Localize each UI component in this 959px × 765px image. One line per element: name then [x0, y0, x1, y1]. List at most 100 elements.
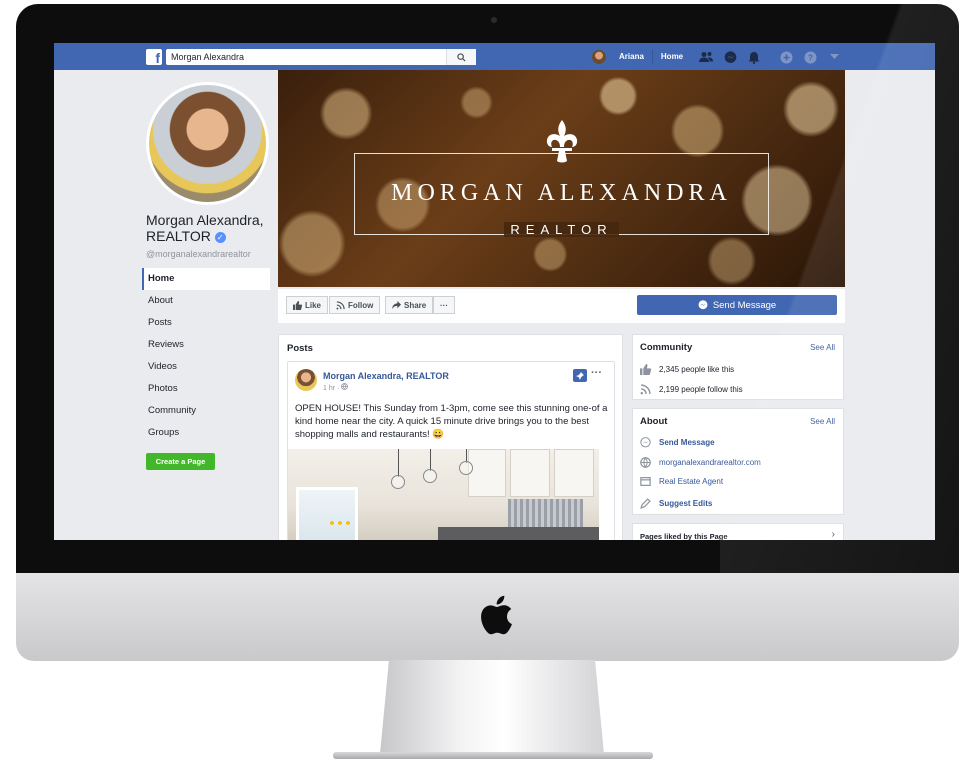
dropdown-icon[interactable] [825, 49, 843, 65]
verified-icon: ✓ [214, 231, 226, 243]
share-button[interactable]: Share [385, 296, 434, 314]
kitchen-cabinet [510, 449, 550, 497]
pendant-cord [430, 449, 431, 471]
pendant-light [391, 475, 405, 489]
community-follows-text: 2,199 people follow this [659, 384, 743, 394]
nav-item-videos[interactable]: Videos [142, 356, 270, 378]
about-suggest-edits-link[interactable]: Suggest Edits [659, 499, 712, 508]
kitchen-window [296, 487, 358, 540]
kitchen-cabinet [554, 449, 594, 497]
messenger-icon[interactable] [721, 49, 739, 65]
nav-item-home[interactable]: Home [142, 268, 270, 290]
create-page-button[interactable]: Create a Page [146, 453, 215, 470]
search-button[interactable] [446, 49, 476, 65]
nav-item-photos[interactable]: Photos [142, 378, 270, 400]
posts-heading: Posts [287, 343, 313, 354]
friends-icon[interactable] [697, 49, 715, 65]
apple-logo-icon [481, 595, 512, 635]
chevron-right-icon[interactable]: › [832, 529, 835, 540]
globe-icon [341, 383, 349, 390]
help-icon[interactable]: ? [801, 49, 819, 65]
share-icon [392, 300, 401, 309]
community-see-all-link[interactable]: See All [810, 343, 835, 352]
post-text: OPEN HOUSE! This Sunday from 1-3pm, come… [295, 403, 608, 440]
globe-icon [640, 456, 651, 468]
post-author-name[interactable]: Morgan Alexandra, REALTOR [323, 371, 449, 381]
user-avatar[interactable] [592, 50, 606, 64]
cover-title: MORGAN ALEXANDRA [391, 180, 732, 206]
imac-stand [380, 660, 604, 754]
nav-item-community[interactable]: Community [142, 400, 270, 422]
pendant-light [423, 469, 437, 483]
about-suggest-edits-row[interactable]: Suggest Edits [640, 496, 712, 510]
top-right-nav: Ariana Home ? [592, 49, 843, 65]
community-likes-row: 2,345 people like this [640, 362, 734, 376]
create-icon[interactable] [777, 49, 795, 65]
more-actions-label: ··· [440, 300, 448, 310]
pin-icon [573, 369, 587, 382]
about-title: About [640, 416, 668, 427]
about-website-row[interactable]: morganalexandrarealtor.com [640, 455, 761, 469]
pendant-cord [398, 449, 399, 477]
about-category-link[interactable]: Real Estate Agent [659, 477, 723, 486]
post-photo-kitchen[interactable] [288, 449, 599, 540]
follow-button[interactable]: Follow [329, 296, 381, 314]
messenger-icon [640, 436, 651, 447]
about-card: About See All Send Message morganalexand… [632, 408, 844, 515]
messenger-icon [698, 300, 708, 310]
community-follows-row: 2,199 people follow this [640, 382, 743, 396]
follow-icon [640, 383, 651, 394]
about-send-message-link[interactable]: Send Message [659, 438, 715, 447]
nav-item-reviews[interactable]: Reviews [142, 334, 270, 356]
community-title: Community [640, 342, 693, 353]
search-icon [457, 52, 466, 62]
like-icon [293, 300, 302, 310]
profile-photo [149, 85, 266, 202]
more-actions-button[interactable]: ··· [433, 296, 455, 314]
pages-liked-title: Pages liked by this Page [640, 532, 728, 540]
about-category-row[interactable]: Real Estate Agent [640, 474, 723, 488]
post-timestamp[interactable]: 1 hr · [323, 383, 349, 392]
pages-liked-card[interactable]: Pages liked by this Page › [632, 523, 844, 540]
community-card: Community See All 2,345 people like this… [632, 334, 844, 400]
page-name-text: Morgan Alexandra, REALTOR [146, 212, 264, 244]
about-see-all-link[interactable]: See All [810, 417, 835, 426]
imac-stand-base [333, 752, 653, 759]
profile-picture[interactable] [146, 82, 269, 205]
cover-photo[interactable]: MORGAN ALEXANDRA REALTOR [278, 70, 845, 287]
nav-item-groups[interactable]: Groups [142, 422, 270, 444]
facebook-page-screen: f Ariana Home [54, 43, 935, 540]
top-navigation-bar: f Ariana Home [54, 43, 935, 70]
post-options-icon[interactable]: ··· [591, 367, 602, 379]
post-author-avatar[interactable] [295, 369, 317, 391]
post-time-text: 1 hr · [323, 385, 342, 392]
about-website-link[interactable]: morganalexandrarealtor.com [659, 458, 761, 467]
kitchen-cabinet [468, 449, 506, 497]
nav-item-posts[interactable]: Posts [142, 312, 270, 334]
like-label: Like [305, 300, 322, 310]
send-message-label: Send Message [712, 299, 777, 311]
page-username[interactable]: @morganalexandrarealtor [146, 249, 251, 259]
home-link[interactable]: Home [653, 50, 691, 64]
like-button[interactable]: Like [286, 296, 329, 314]
left-navigation: Home About Posts Reviews Videos Photos C… [142, 268, 270, 444]
notifications-icon[interactable] [745, 49, 763, 65]
camera-icon [491, 17, 497, 23]
page-name[interactable]: Morgan Alexandra, REALTOR ✓ [146, 212, 276, 244]
kitchen-flowers [328, 519, 354, 529]
svg-text:?: ? [808, 53, 813, 62]
page-action-bar: Like Follow Share ··· Send Message [278, 289, 845, 323]
nav-item-about[interactable]: About [142, 290, 270, 312]
cover-subtitle: REALTOR [493, 222, 630, 237]
community-likes-text: 2,345 people like this [659, 364, 735, 374]
pendant-light [459, 461, 473, 475]
search-box[interactable] [166, 49, 476, 65]
user-name-link[interactable]: Ariana [611, 50, 653, 64]
facebook-logo-icon[interactable]: f [146, 49, 162, 65]
send-message-button[interactable]: Send Message [637, 295, 837, 315]
cover-subtitle-text: REALTOR [504, 222, 619, 237]
kitchen-backsplash [508, 499, 583, 529]
category-icon [640, 476, 651, 486]
search-input[interactable] [166, 49, 446, 65]
about-send-message-row[interactable]: Send Message [640, 435, 715, 449]
